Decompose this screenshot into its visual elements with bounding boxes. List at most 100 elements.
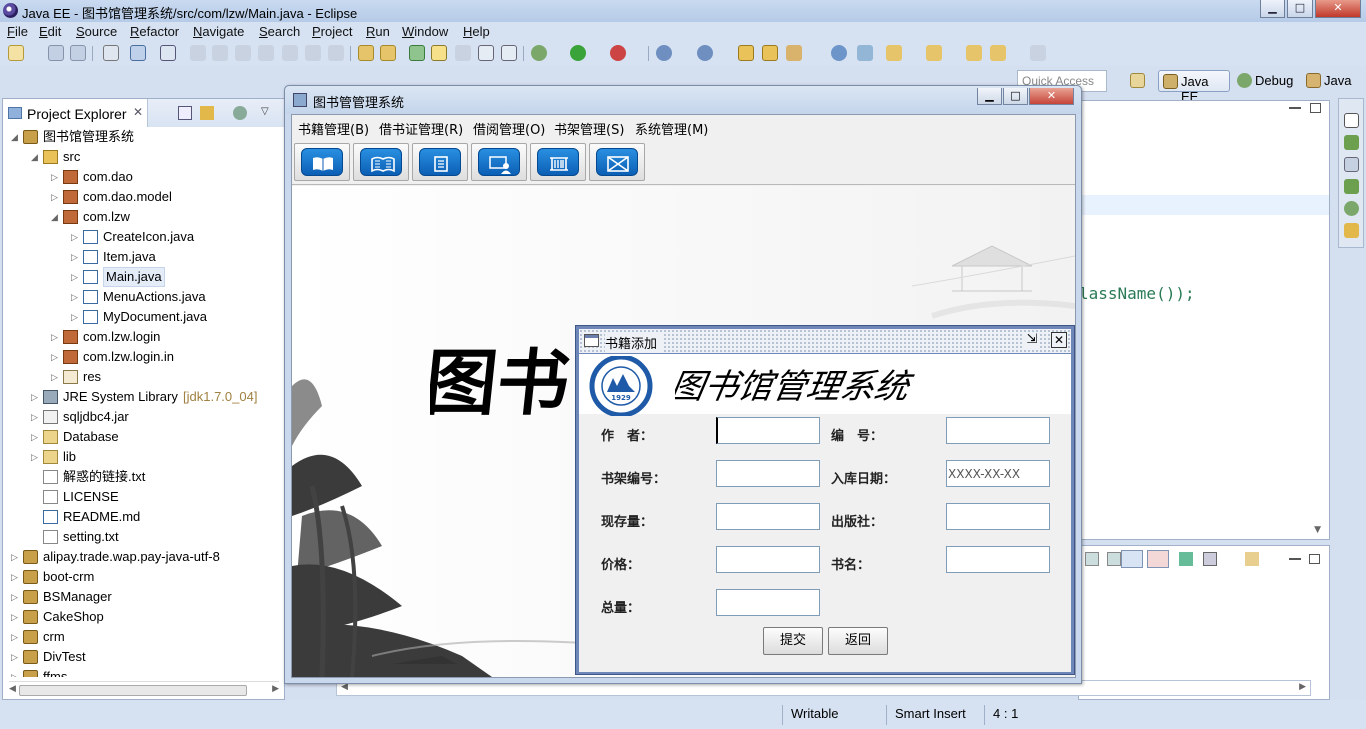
date-input[interactable] — [946, 460, 1050, 487]
expand-arrow-icon[interactable]: ▷ — [11, 547, 21, 567]
next-annotation-icon[interactable] — [886, 45, 902, 61]
tree-horizontal-scrollbar[interactable]: ◀ ▶ — [9, 681, 279, 696]
forward-icon[interactable] — [1030, 45, 1046, 61]
dialog-iconify-button[interactable]: ⇲ — [1024, 332, 1040, 348]
filter-icon[interactable] — [233, 106, 247, 120]
view-menu-icon[interactable]: ▽ — [261, 106, 273, 120]
open-type-icon[interactable] — [409, 45, 425, 61]
save-all-icon[interactable] — [70, 45, 86, 61]
exit-button[interactable] — [589, 143, 645, 181]
new-console-icon[interactable] — [1179, 552, 1193, 566]
app-close-button[interactable]: ✕ — [1029, 88, 1074, 105]
debug-view-icon[interactable] — [1344, 201, 1359, 216]
shelf-input[interactable] — [716, 460, 820, 487]
expand-arrow-icon[interactable]: ▷ — [11, 627, 21, 647]
menu-project[interactable]: Project — [312, 24, 352, 39]
disconnect-icon[interactable] — [258, 45, 274, 61]
project-explorer-tab[interactable]: Project Explorer ✕ — [3, 99, 148, 127]
expand-arrow-icon[interactable]: ▷ — [11, 647, 21, 667]
author-input[interactable] — [716, 417, 820, 444]
publisher-input[interactable] — [946, 503, 1050, 530]
expand-arrow-icon[interactable]: ▷ — [51, 327, 61, 347]
task-list-icon[interactable] — [1344, 157, 1359, 172]
minimize-console-icon[interactable] — [1289, 558, 1301, 560]
outline-icon[interactable] — [1344, 135, 1359, 150]
snippets-icon[interactable] — [1344, 223, 1359, 238]
new-web-icon[interactable] — [697, 45, 713, 61]
toggle-breadcrumb-icon[interactable] — [455, 45, 471, 61]
perspective-debug[interactable]: Debug — [1233, 70, 1299, 92]
perspective-java[interactable]: Java — [1302, 70, 1357, 92]
app-maximize-button[interactable]: □ — [1003, 88, 1028, 105]
editor-scroll-down-icon[interactable]: ▼ — [1314, 525, 1321, 535]
organize-icon[interactable] — [380, 45, 396, 61]
total-input[interactable] — [716, 589, 820, 616]
pin-icon[interactable] — [1085, 552, 1099, 566]
expand-arrow-icon[interactable]: ▷ — [71, 227, 81, 247]
mark-occurrences-icon[interactable] — [431, 45, 447, 61]
expand-arrow-icon[interactable]: ◢ — [51, 207, 61, 227]
expand-arrow-icon[interactable]: ▷ — [31, 427, 41, 447]
menu-borrow-management[interactable]: 借阅管理(O) — [473, 119, 545, 138]
scrollbar-thumb[interactable] — [19, 685, 247, 696]
new-icon[interactable] — [8, 45, 24, 61]
expand-arrow-icon[interactable]: ◢ — [31, 147, 41, 167]
format-icon[interactable] — [358, 45, 374, 61]
bookshelf-button[interactable] — [530, 143, 586, 181]
menu-navigate[interactable]: Navigate — [193, 24, 244, 39]
new-server-icon[interactable] — [656, 45, 672, 61]
console-icon[interactable] — [130, 45, 146, 61]
menu-shelf-management[interactable]: 书架管理(S) — [554, 119, 624, 138]
minimize-button[interactable]: ▁ — [1260, 0, 1285, 18]
stock-input[interactable] — [716, 503, 820, 530]
minimize-editor-icon[interactable] — [1289, 107, 1301, 109]
maximize-editor-icon[interactable] — [1310, 103, 1321, 113]
expand-arrow-icon[interactable]: ▷ — [51, 367, 61, 387]
open-folder-icon[interactable] — [762, 45, 778, 61]
menu-source[interactable]: Source — [76, 24, 117, 39]
last-edit-icon[interactable] — [966, 45, 982, 61]
expand-arrow-icon[interactable]: ▷ — [11, 607, 21, 627]
menu-file[interactable]: File — [7, 24, 28, 39]
open-file-icon[interactable] — [1245, 552, 1259, 566]
collapse-all-icon[interactable] — [178, 106, 192, 120]
skip-breakpoints-icon[interactable] — [160, 45, 176, 61]
menu-window[interactable]: Window — [402, 24, 448, 39]
task-icon[interactable] — [786, 45, 802, 61]
expand-arrow-icon[interactable]: ▷ — [71, 267, 81, 287]
step-return-icon[interactable] — [328, 45, 344, 61]
back-button[interactable]: 返回 — [828, 627, 888, 655]
expand-arrow-icon[interactable]: ▷ — [51, 347, 61, 367]
search-tb-icon[interactable] — [857, 45, 873, 61]
expand-arrow-icon[interactable]: ▷ — [71, 287, 81, 307]
open-console-icon[interactable] — [1107, 552, 1121, 566]
remove-all-icon[interactable] — [1147, 550, 1169, 568]
menu-refactor[interactable]: Refactor — [130, 24, 179, 39]
step-over-icon[interactable] — [305, 45, 321, 61]
expand-arrow-icon[interactable]: ▷ — [11, 667, 21, 677]
dialog-close-button[interactable]: ✕ — [1051, 332, 1067, 348]
link-editor-icon[interactable] — [200, 106, 214, 120]
expand-arrow-icon[interactable]: ▷ — [71, 247, 81, 267]
expand-arrow-icon[interactable]: ▷ — [31, 447, 41, 467]
save-icon[interactable] — [48, 45, 64, 61]
binary-icon[interactable] — [103, 45, 119, 61]
expand-arrow-icon[interactable]: ▷ — [11, 587, 21, 607]
show-whitespace-icon[interactable] — [501, 45, 517, 61]
menu-run[interactable]: Run — [366, 24, 390, 39]
resume-icon[interactable] — [190, 45, 206, 61]
expand-arrow-icon[interactable]: ▷ — [11, 567, 21, 587]
suspend-icon[interactable] — [212, 45, 228, 61]
menu-book-management[interactable]: 书籍管理(B) — [298, 119, 369, 138]
isbn-input[interactable] — [946, 417, 1050, 444]
expand-arrow-icon[interactable]: ▷ — [51, 167, 61, 187]
bookname-input[interactable] — [946, 546, 1050, 573]
browser-icon[interactable] — [831, 45, 847, 61]
perspective-java-ee[interactable]: Java EE — [1158, 70, 1230, 104]
reader-button[interactable] — [471, 143, 527, 181]
menu-system-management[interactable]: 系统管理(M) — [635, 119, 708, 138]
book-add-button[interactable] — [294, 143, 350, 181]
expand-arrow-icon[interactable]: ▷ — [51, 187, 61, 207]
expand-arrow-icon[interactable]: ▷ — [31, 387, 41, 407]
editor-area[interactable]: ▼ — [1078, 100, 1330, 540]
